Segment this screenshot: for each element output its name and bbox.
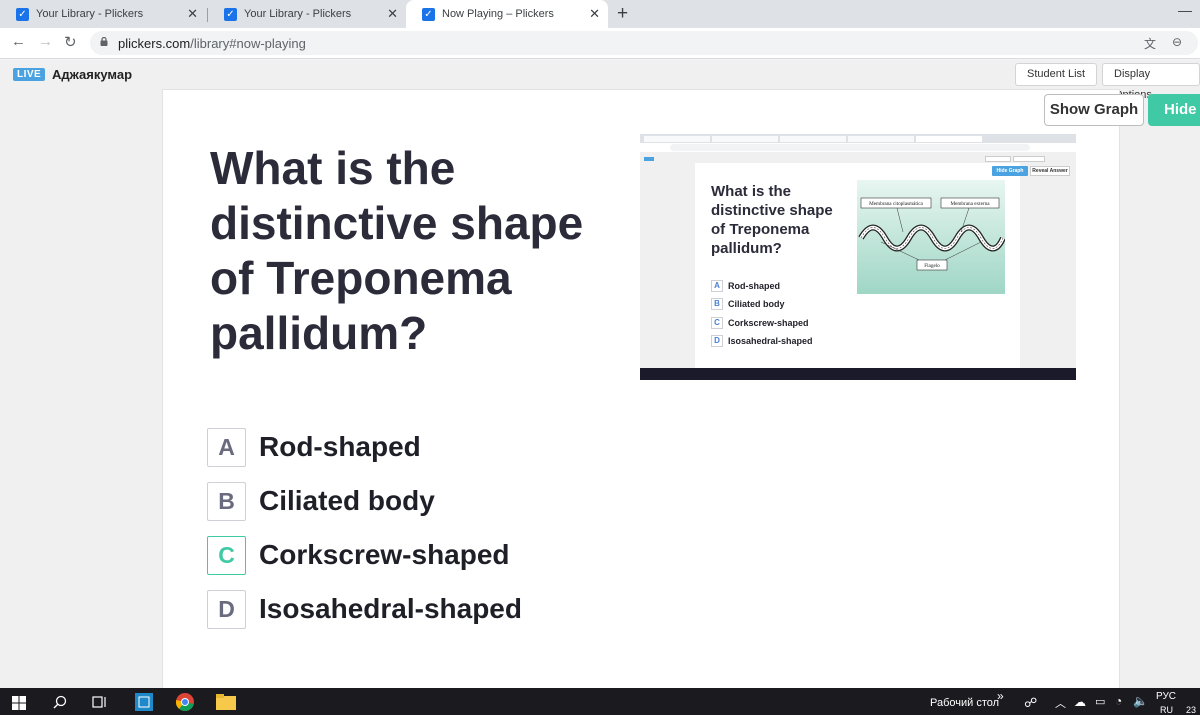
screenshot-answer-text: Isosahedral-shaped xyxy=(728,336,813,346)
show-graph-button[interactable]: Show Graph xyxy=(1044,94,1144,126)
answer-option: B Ciliated body xyxy=(207,481,435,521)
display-options-button[interactable]: Display Options xyxy=(1102,63,1200,101)
zoom-icon[interactable]: ⊖ xyxy=(1172,35,1182,49)
hide-button[interactable]: Hide xyxy=(1148,94,1200,126)
cloud-icon[interactable]: ☁ xyxy=(1074,695,1086,709)
screenshot-answer-text: Ciliated body xyxy=(728,299,785,309)
screenshot-answer-text: Rod-shaped xyxy=(728,281,781,291)
checkbox-favicon-icon: ✓ xyxy=(16,7,29,21)
screenshot-tab-strip xyxy=(640,134,1076,143)
answer-letter: D xyxy=(207,589,246,629)
minimize-window-icon[interactable]: — xyxy=(1178,2,1192,18)
tab-title: Your Library - Plickers xyxy=(36,8,144,20)
windows-start-icon[interactable] xyxy=(12,696,26,710)
language-indicator-secondary: RU xyxy=(1160,705,1173,715)
browser-tab-active[interactable]: ✓ Now Playing – Plickers ✕ xyxy=(406,0,608,28)
tab-title: Your Library - Plickers xyxy=(244,8,352,20)
url-text: plickers.com/library#now-playing xyxy=(118,36,306,51)
diagram-label-flagellum: Flagelo xyxy=(924,263,940,269)
store-app-icon[interactable] xyxy=(135,693,153,711)
task-view-icon[interactable] xyxy=(92,695,108,709)
screenshot-answer-letter: D xyxy=(711,335,723,347)
browser-tab[interactable]: ✓ Your Library - Plickers ✕ xyxy=(208,0,406,28)
back-arrow-icon[interactable]: ← xyxy=(11,33,26,50)
browser-tab-strip: ✓ Your Library - Plickers ✕ ✓ Your Libra… xyxy=(0,0,1200,28)
chevron-up-icon[interactable]: ︿ xyxy=(1055,695,1066,711)
clock[interactable]: 23 xyxy=(1186,705,1196,715)
people-icon[interactable]: ☍ xyxy=(1024,695,1037,711)
answer-option: A Rod-shaped xyxy=(207,427,421,467)
new-tab-button[interactable]: + xyxy=(617,3,628,25)
answer-option: D Isosahedral-shaped xyxy=(207,589,522,629)
checkbox-favicon-icon: ✓ xyxy=(422,7,435,21)
screenshot-answer-text: Corkscrew-shaped xyxy=(728,318,809,328)
translate-icon[interactable]: 文 xyxy=(1144,35,1156,52)
address-bar[interactable]: plickers.com/library#now-playing 文 ⊖ xyxy=(90,31,1198,55)
screenshot-answer: B Ciliated body xyxy=(711,298,785,310)
battery-icon[interactable]: ▭ xyxy=(1095,695,1105,708)
wifi-icon[interactable]: ◔ xyxy=(1115,694,1122,708)
checkbox-favicon-icon: ✓ xyxy=(224,7,237,21)
screenshot-hide-graph-button: Hide Graph xyxy=(992,166,1028,176)
answer-text: Rod-shaped xyxy=(259,431,421,462)
search-icon[interactable] xyxy=(53,695,67,709)
screenshot-reveal-answer-button: Reveal Answer xyxy=(1030,166,1070,176)
answer-letter: C xyxy=(207,535,246,575)
screenshot-taskbar xyxy=(640,368,1076,380)
lock-icon xyxy=(100,37,108,46)
treponema-diagram: Membrana citoplasmática Membrana externa… xyxy=(857,180,1005,294)
url-domain: plickers.com xyxy=(118,36,191,51)
windows-taskbar: Рабочий стол » ☍ ︿ ☁ ▭ ◔ 🔈 РУС RU 23 xyxy=(0,688,1200,715)
reload-icon[interactable]: ↻ xyxy=(64,33,77,51)
answer-letter: B xyxy=(207,481,246,521)
browser-tab[interactable]: ✓ Your Library - Plickers ✕ xyxy=(0,0,206,28)
close-tab-icon[interactable]: ✕ xyxy=(187,6,198,22)
screenshot-answer-letter: C xyxy=(711,317,723,329)
answer-text: Ciliated body xyxy=(259,485,435,516)
screenshot-address-bar xyxy=(640,143,1076,152)
language-indicator[interactable]: РУС xyxy=(1156,691,1176,702)
diagram-label-external: Membrana externa xyxy=(950,201,990,207)
class-name: Аджаякумар xyxy=(52,67,133,82)
forward-arrow-icon[interactable]: → xyxy=(38,33,53,50)
screenshot-answer-letter: A xyxy=(711,280,723,292)
toolbar-expand-chevron[interactable]: » xyxy=(997,689,1004,703)
question-text: What is the distinctive shape of Trepone… xyxy=(210,142,584,359)
url-path: /library#now-playing xyxy=(190,36,306,51)
tab-title: Now Playing – Plickers xyxy=(442,8,554,20)
question-image: Hide Graph Reveal Answer What is the dis… xyxy=(640,134,1076,380)
screenshot-answer: D Isosahedral-shaped xyxy=(711,335,813,347)
screenshot-answer-letter: B xyxy=(711,298,723,310)
volume-icon[interactable]: 🔈 xyxy=(1133,694,1148,708)
answer-letter: A xyxy=(207,427,246,467)
diagram-label-cyto: Membrana citoplasmática xyxy=(869,201,923,207)
file-explorer-icon[interactable] xyxy=(216,694,236,710)
screenshot-question-text: What is the distinctive shape of Trepone… xyxy=(711,183,833,257)
screenshot-answer: C Corkscrew-shaped xyxy=(711,317,809,329)
student-list-button[interactable]: Student List xyxy=(1015,63,1098,86)
answer-option-correct: C Corkscrew-shaped xyxy=(207,535,510,575)
close-tab-icon[interactable]: ✕ xyxy=(387,6,398,22)
close-tab-icon[interactable]: ✕ xyxy=(589,6,600,22)
browser-toolbar: ← → ↻ plickers.com/library#now-playing 文… xyxy=(0,28,1200,59)
answer-text: Corkscrew-shaped xyxy=(259,539,510,570)
answer-text: Isosahedral-shaped xyxy=(259,593,522,624)
screenshot-answer: A Rod-shaped xyxy=(711,280,780,292)
desktop-toolbar-label[interactable]: Рабочий стол xyxy=(930,697,999,709)
chrome-icon[interactable] xyxy=(175,692,195,712)
live-badge: LIVE xyxy=(13,68,46,81)
